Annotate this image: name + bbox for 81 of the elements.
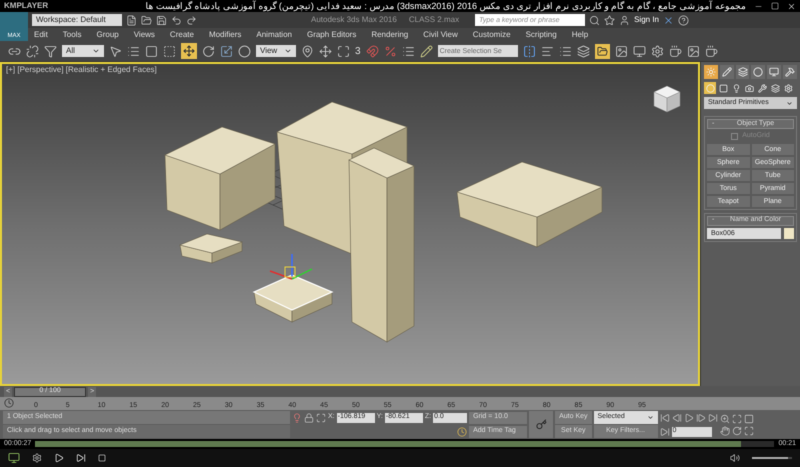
percent-snap-icon[interactable] [384,44,397,58]
selection-filter-dropdown[interactable]: All [62,45,104,57]
user-icon[interactable] [619,14,630,26]
window-crossing-icon[interactable] [163,44,176,58]
maximize-icon[interactable] [771,2,779,10]
object-color-swatch[interactable] [784,228,794,238]
app-title: Autodesk 3ds Max 2016 [311,14,397,26]
box-object [179,234,244,264]
command-panel-tab[interactable] [767,65,782,79]
category-tab[interactable] [756,82,768,94]
category-tab[interactable] [717,82,729,94]
command-panel-tab[interactable] [783,65,797,79]
perspective-viewport[interactable]: [+] [Perspective] [Realistic + Edged Faces] [0,62,700,386]
menu-item[interactable]: Rendering [371,28,408,40]
next-key-icon[interactable] [696,412,706,422]
open-folder-icon[interactable] [141,14,152,26]
move-tool-button[interactable] [181,43,197,59]
category-tab[interactable] [782,82,794,94]
menu-item[interactable]: Customize [472,28,511,40]
menu-item[interactable]: Edit [34,28,48,40]
manipulate-icon[interactable] [319,44,332,58]
menu-item[interactable]: Tools [62,28,82,40]
menu-item[interactable]: Views [134,28,155,40]
menu-item[interactable]: Help [572,28,588,40]
rotate-icon[interactable] [202,44,215,58]
snap-icon[interactable] [366,44,379,58]
video-title: مجموعه آموزشی جامع ، گام به گام و کاربردی نرم افزار تری دی مکس 2016 (3dsmax2016) مدرس : سعید فدایی (تیچرمن) گروه آموزشی پادشاه گرافیست ها [144,2,746,10]
select-icon[interactable] [109,44,122,58]
render-frame-icon[interactable] [686,44,700,58]
close-icon[interactable] [787,2,796,10]
next-icon[interactable] [76,453,86,463]
go-to-end-icon[interactable] [708,412,718,422]
redo-icon[interactable] [186,14,197,26]
file-name: CLASS 2.max [408,14,460,26]
scale-icon[interactable] [220,44,233,58]
layer-icon[interactable] [576,44,590,58]
undo-icon[interactable] [171,14,182,26]
menu-item[interactable]: Create [170,28,194,40]
menu-item[interactable]: Scripting [526,28,557,40]
zoom-icon[interactable] [720,414,730,424]
rectangle-selection-icon[interactable] [145,44,158,58]
command-panel-tab[interactable] [720,65,734,79]
maximize-viewport-icon[interactable] [744,426,754,436]
set-keys-button[interactable] [529,411,554,438]
category-tab[interactable] [769,82,781,94]
view-cube-drawing[interactable] [654,86,680,112]
edit-named-selection-icon[interactable] [420,44,433,58]
pan-icon[interactable] [720,426,730,436]
viewport-label[interactable]: [+] [Perspective] [Realistic + Edged Faces] [6,64,157,76]
command-panel-tab[interactable] [736,65,750,79]
go-to-start-icon[interactable] [660,412,670,422]
pivot-icon[interactable] [301,44,314,58]
previous-key-icon[interactable] [672,412,682,422]
mirror-icon[interactable] [522,44,536,58]
menu-item[interactable]: Modifiers [208,28,242,40]
snap-toggle[interactable]: 3 [355,44,361,58]
scene-explorer-button[interactable] [594,44,610,58]
align-icon[interactable] [540,44,554,58]
settings-icon[interactable] [32,453,42,463]
move-gizmo-icon[interactable] [270,254,312,280]
orbit-icon[interactable] [732,426,742,436]
sign-in-link[interactable]: Sign In [634,14,659,26]
menu-item[interactable]: Animation [256,28,292,40]
key-icon [536,419,547,430]
menu-item[interactable]: Graph Editors [306,28,356,40]
reference-coordinate-dropdown[interactable]: View [256,45,296,57]
star-icon[interactable] [604,14,616,26]
stop-icon[interactable] [98,454,106,462]
category-tab[interactable] [743,82,755,94]
menu-item[interactable]: Civil View [423,28,458,40]
workspace-dropdown[interactable]: Workspace: Default [32,14,122,26]
time-tag-icon[interactable] [457,426,468,436]
help-icon[interactable] [678,14,689,26]
menu-item[interactable]: Group [96,28,119,40]
unlink-icon[interactable] [26,44,39,58]
save-icon[interactable] [156,14,167,26]
command-panel-tab[interactable] [751,65,766,79]
new-file-icon[interactable] [126,14,137,26]
volume-icon[interactable] [730,453,740,463]
player-brand: KMPLAYER [4,0,48,12]
lock-icon[interactable] [304,412,314,422]
